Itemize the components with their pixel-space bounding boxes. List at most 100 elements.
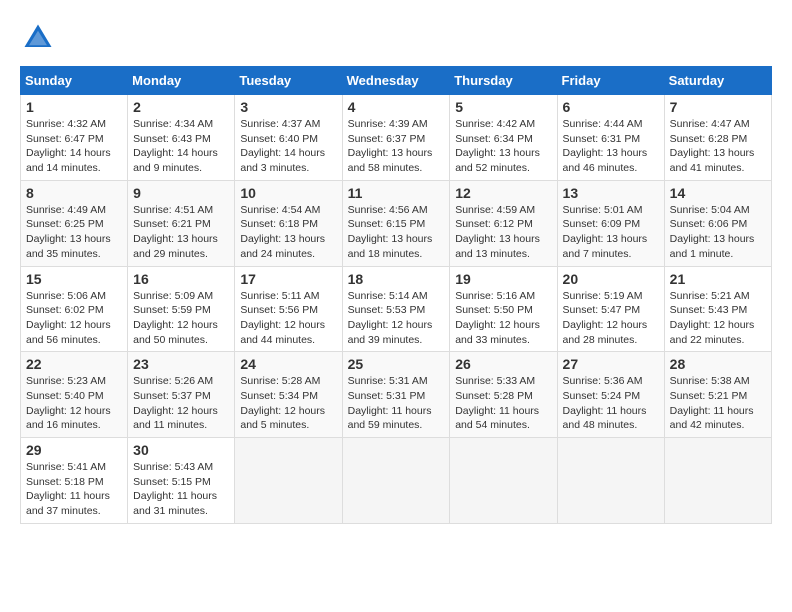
day-info: Sunrise: 4:44 AMSunset: 6:31 PMDaylight:… <box>563 117 659 176</box>
calendar-cell: 19 Sunrise: 5:16 AMSunset: 5:50 PMDayligh… <box>450 266 557 352</box>
day-info: Sunrise: 4:37 AMSunset: 6:40 PMDaylight:… <box>240 117 336 176</box>
day-number: 25 <box>348 356 445 372</box>
day-info: Sunrise: 5:01 AMSunset: 6:09 PMDaylight:… <box>563 203 659 262</box>
day-number: 20 <box>563 271 659 287</box>
calendar-week-row: 1 Sunrise: 4:32 AMSunset: 6:47 PMDaylight… <box>21 95 772 181</box>
calendar-cell: 4 Sunrise: 4:39 AMSunset: 6:37 PMDaylight… <box>342 95 450 181</box>
page-header <box>20 20 772 56</box>
day-info: Sunrise: 5:14 AMSunset: 5:53 PMDaylight:… <box>348 289 445 348</box>
day-number: 19 <box>455 271 551 287</box>
day-number: 4 <box>348 99 445 115</box>
calendar-week-row: 8 Sunrise: 4:49 AMSunset: 6:25 PMDaylight… <box>21 180 772 266</box>
calendar-cell: 8 Sunrise: 4:49 AMSunset: 6:25 PMDaylight… <box>21 180 128 266</box>
calendar-cell: 5Sunrise: 4:42 AMSunset: 6:34 PMDaylight… <box>450 95 557 181</box>
calendar-cell <box>450 438 557 524</box>
day-info: Sunrise: 4:47 AMSunset: 6:28 PMDaylight:… <box>670 117 766 176</box>
calendar-cell <box>664 438 771 524</box>
day-number: 12 <box>455 185 551 201</box>
day-number: 21 <box>670 271 766 287</box>
day-number: 22 <box>26 356 122 372</box>
day-info: Sunrise: 5:36 AMSunset: 5:24 PMDaylight:… <box>563 374 659 433</box>
calendar-cell: 3Sunrise: 4:37 AMSunset: 6:40 PMDaylight… <box>235 95 342 181</box>
column-header-friday: Friday <box>557 67 664 95</box>
day-number: 23 <box>133 356 229 372</box>
day-number: 29 <box>26 442 122 458</box>
day-number: 27 <box>563 356 659 372</box>
day-number: 2 <box>133 99 229 115</box>
calendar-cell: 16 Sunrise: 5:09 AMSunset: 5:59 PMDayligh… <box>128 266 235 352</box>
calendar-week-row: 29 Sunrise: 5:41 AMSunset: 5:18 PMDayligh… <box>21 438 772 524</box>
day-number: 16 <box>133 271 229 287</box>
column-header-monday: Monday <box>128 67 235 95</box>
calendar-cell: 20 Sunrise: 5:19 AMSunset: 5:47 PMDayligh… <box>557 266 664 352</box>
day-info: Sunrise: 5:11 AMSunset: 5:56 PMDaylight:… <box>240 289 336 348</box>
calendar-cell <box>235 438 342 524</box>
calendar-cell: 18 Sunrise: 5:14 AMSunset: 5:53 PMDayligh… <box>342 266 450 352</box>
calendar-cell: 28Sunrise: 5:38 AMSunset: 5:21 PMDayligh… <box>664 352 771 438</box>
calendar-cell: 14 Sunrise: 5:04 AMSunset: 6:06 PMDayligh… <box>664 180 771 266</box>
calendar-cell: 22 Sunrise: 5:23 AMSunset: 5:40 PMDayligh… <box>21 352 128 438</box>
day-info: Sunrise: 5:26 AMSunset: 5:37 PMDaylight:… <box>133 374 229 433</box>
calendar-cell: 1 Sunrise: 4:32 AMSunset: 6:47 PMDaylight… <box>21 95 128 181</box>
day-info: Sunrise: 5:19 AMSunset: 5:47 PMDaylight:… <box>563 289 659 348</box>
day-info: Sunrise: 4:54 AMSunset: 6:18 PMDaylight:… <box>240 203 336 262</box>
day-info: Sunrise: 5:31 AMSunset: 5:31 PMDaylight:… <box>348 374 445 433</box>
day-info: Sunrise: 4:32 AMSunset: 6:47 PMDaylight:… <box>26 117 122 176</box>
day-number: 10 <box>240 185 336 201</box>
column-header-sunday: Sunday <box>21 67 128 95</box>
day-info: Sunrise: 5:04 AMSunset: 6:06 PMDaylight:… <box>670 203 766 262</box>
day-number: 5 <box>455 99 551 115</box>
calendar-cell: 26 Sunrise: 5:33 AMSunset: 5:28 PMDayligh… <box>450 352 557 438</box>
day-info: Sunrise: 5:28 AMSunset: 5:34 PMDaylight:… <box>240 374 336 433</box>
day-number: 17 <box>240 271 336 287</box>
calendar-cell: 30Sunrise: 5:43 AMSunset: 5:15 PMDayligh… <box>128 438 235 524</box>
day-number: 28 <box>670 356 766 372</box>
day-number: 1 <box>26 99 122 115</box>
day-number: 18 <box>348 271 445 287</box>
day-number: 11 <box>348 185 445 201</box>
day-info: Sunrise: 5:33 AMSunset: 5:28 PMDaylight:… <box>455 374 551 433</box>
calendar-cell: 21 Sunrise: 5:21 AMSunset: 5:43 PMDayligh… <box>664 266 771 352</box>
logo-icon <box>20 20 56 56</box>
calendar-table: SundayMondayTuesdayWednesdayThursdayFrid… <box>20 66 772 524</box>
calendar-cell: 9 Sunrise: 4:51 AMSunset: 6:21 PMDaylight… <box>128 180 235 266</box>
day-info: Sunrise: 5:09 AMSunset: 5:59 PMDaylight:… <box>133 289 229 348</box>
day-info: Sunrise: 5:23 AMSunset: 5:40 PMDaylight:… <box>26 374 122 433</box>
day-info: Sunrise: 5:43 AMSunset: 5:15 PMDaylight:… <box>133 460 229 519</box>
day-info: Sunrise: 5:21 AMSunset: 5:43 PMDaylight:… <box>670 289 766 348</box>
calendar-cell: 24 Sunrise: 5:28 AMSunset: 5:34 PMDayligh… <box>235 352 342 438</box>
calendar-cell <box>342 438 450 524</box>
day-number: 7 <box>670 99 766 115</box>
day-info: Sunrise: 4:51 AMSunset: 6:21 PMDaylight:… <box>133 203 229 262</box>
day-number: 26 <box>455 356 551 372</box>
day-info: Sunrise: 4:56 AMSunset: 6:15 PMDaylight:… <box>348 203 445 262</box>
day-number: 6 <box>563 99 659 115</box>
calendar-cell: 10 Sunrise: 4:54 AMSunset: 6:18 PMDayligh… <box>235 180 342 266</box>
day-info: Sunrise: 5:41 AMSunset: 5:18 PMDaylight:… <box>26 460 122 519</box>
day-info: Sunrise: 4:39 AMSunset: 6:37 PMDaylight:… <box>348 117 445 176</box>
calendar-cell: 13 Sunrise: 5:01 AMSunset: 6:09 PMDayligh… <box>557 180 664 266</box>
day-number: 13 <box>563 185 659 201</box>
column-header-tuesday: Tuesday <box>235 67 342 95</box>
calendar-cell: 11 Sunrise: 4:56 AMSunset: 6:15 PMDayligh… <box>342 180 450 266</box>
day-info: Sunrise: 4:59 AMSunset: 6:12 PMDaylight:… <box>455 203 551 262</box>
calendar-cell <box>557 438 664 524</box>
calendar-cell: 25 Sunrise: 5:31 AMSunset: 5:31 PMDayligh… <box>342 352 450 438</box>
calendar-week-row: 22 Sunrise: 5:23 AMSunset: 5:40 PMDayligh… <box>21 352 772 438</box>
day-number: 24 <box>240 356 336 372</box>
day-info: Sunrise: 5:16 AMSunset: 5:50 PMDaylight:… <box>455 289 551 348</box>
calendar-cell: 6 Sunrise: 4:44 AMSunset: 6:31 PMDaylight… <box>557 95 664 181</box>
calendar-cell: 27 Sunrise: 5:36 AMSunset: 5:24 PMDayligh… <box>557 352 664 438</box>
calendar-cell: 2Sunrise: 4:34 AMSunset: 6:43 PMDaylight… <box>128 95 235 181</box>
calendar-cell: 12 Sunrise: 4:59 AMSunset: 6:12 PMDayligh… <box>450 180 557 266</box>
day-number: 8 <box>26 185 122 201</box>
calendar-header-row: SundayMondayTuesdayWednesdayThursdayFrid… <box>21 67 772 95</box>
calendar-cell: 7 Sunrise: 4:47 AMSunset: 6:28 PMDaylight… <box>664 95 771 181</box>
calendar-cell: 17 Sunrise: 5:11 AMSunset: 5:56 PMDayligh… <box>235 266 342 352</box>
column-header-saturday: Saturday <box>664 67 771 95</box>
logo <box>20 20 62 56</box>
day-number: 14 <box>670 185 766 201</box>
day-info: Sunrise: 5:06 AMSunset: 6:02 PMDaylight:… <box>26 289 122 348</box>
day-info: Sunrise: 4:49 AMSunset: 6:25 PMDaylight:… <box>26 203 122 262</box>
day-number: 9 <box>133 185 229 201</box>
